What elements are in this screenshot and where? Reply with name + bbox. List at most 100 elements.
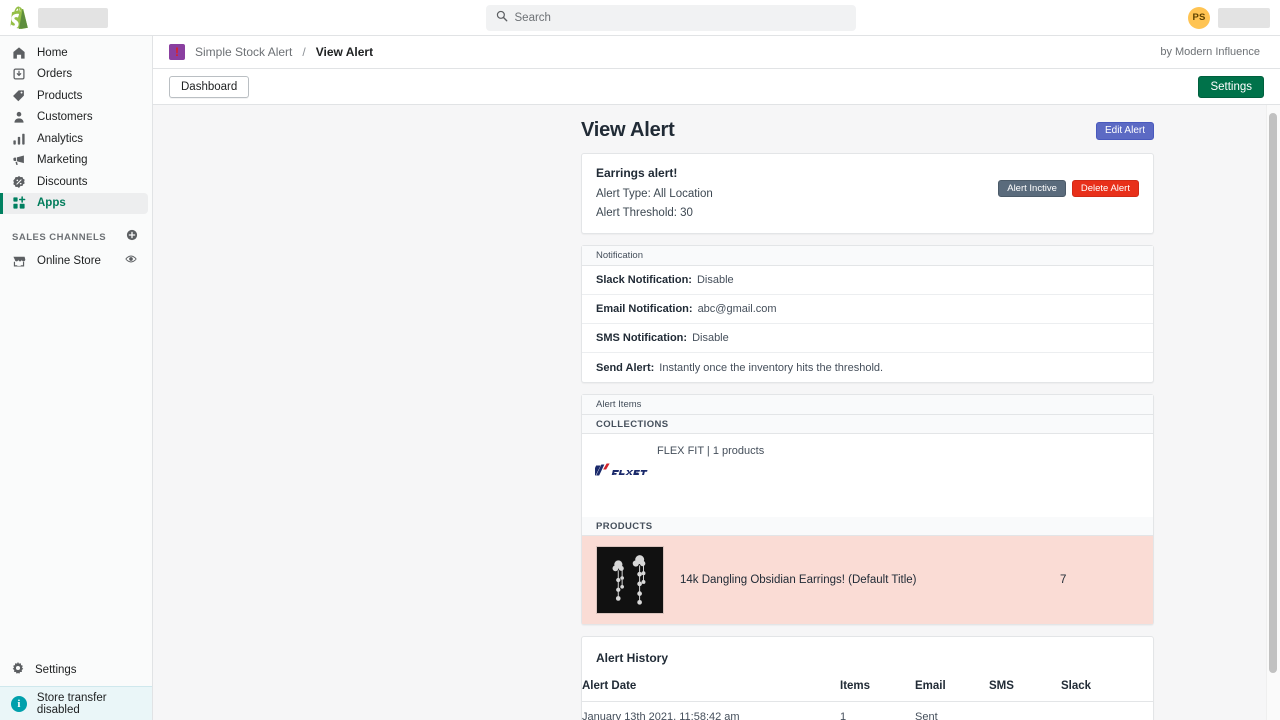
alert-type: Alert Type: All Location	[596, 188, 713, 200]
notification-row-email: Email Notification: abc@gmail.com	[582, 295, 1153, 324]
sidebar-item-apps[interactable]: Apps	[0, 192, 148, 214]
alert-history-card: Alert History Alert Date Items Email SMS…	[581, 636, 1154, 720]
cell-slack	[1061, 702, 1153, 720]
sidebar-item-customers[interactable]: Customers	[0, 107, 148, 129]
notification-row-slack: Slack Notification: Disable	[582, 266, 1153, 295]
notification-value: Disable	[692, 332, 729, 344]
table-row[interactable]: January 13th 2021, 11:58:42 am 1 Sent	[582, 702, 1153, 720]
avatar[interactable]: PS	[1188, 6, 1210, 29]
sidebar-item-label: Discounts	[37, 175, 88, 188]
column-header-sms: SMS	[989, 680, 1061, 702]
content-inner: View Alert Edit Alert Earrings alert! Al…	[153, 105, 1263, 720]
main-column: Earrings alert! Alert Type: All Location…	[581, 153, 1154, 720]
cell-email: Sent	[915, 711, 938, 720]
sidebar-bottom: Settings i Store transfer disabled	[0, 654, 152, 720]
notification-value: Disable	[696, 274, 734, 286]
sidebar-item-products[interactable]: Products	[0, 85, 148, 107]
sidebar-item-orders[interactable]: Orders	[0, 64, 148, 86]
notification-value: Instantly once the inventory hits the th…	[659, 361, 884, 374]
notification-value: abc@gmail.com	[697, 303, 777, 315]
table-header-row: Alert Date Items Email SMS Slack	[582, 680, 1153, 702]
edit-alert-button[interactable]: Edit Alert	[1095, 121, 1154, 140]
collections-header: COLLECTIONS	[582, 415, 1153, 434]
cell-sms	[989, 702, 1061, 720]
store-transfer-banner[interactable]: i Store transfer disabled	[0, 686, 152, 720]
sales-channels-label: SALES CHANNELS	[12, 231, 107, 243]
settings-button[interactable]: Settings	[1198, 75, 1264, 98]
alert-history-title: Alert History	[596, 651, 669, 665]
sidebar: Home Orders Products Customers Analytics	[0, 36, 153, 720]
notification-key: Send Alert:	[596, 361, 655, 374]
app-byline: by Modern Influence	[1160, 46, 1260, 58]
flexfit-logo	[591, 462, 651, 479]
dashboard-button[interactable]: Dashboard	[169, 75, 250, 98]
app-header: ! Simple Stock Alert / View Alert by Mod…	[153, 36, 1280, 69]
tag-icon	[11, 88, 27, 104]
app-subbar: Dashboard Settings	[153, 69, 1280, 105]
breadcrumb-current: View Alert	[315, 45, 374, 59]
home-icon	[11, 45, 27, 61]
discount-icon	[11, 174, 27, 190]
apps-grid-icon	[11, 195, 27, 211]
scrollbar-thumb[interactable]	[1269, 113, 1277, 673]
product-row[interactable]: 14k Dangling Obsidian Earrings! (Default…	[582, 536, 1153, 624]
sidebar-item-label: Home	[37, 46, 68, 59]
alert-exclamation-icon: !	[169, 44, 185, 60]
megaphone-icon	[11, 152, 27, 168]
breadcrumb: ! Simple Stock Alert / View Alert	[169, 44, 373, 60]
search-icon	[496, 9, 508, 27]
eye-icon[interactable]	[125, 253, 137, 268]
alert-items-card: Alert Items COLLECTIONS FLEX FIT | 1 pro…	[581, 394, 1154, 625]
search-placeholder: Search	[514, 11, 551, 24]
settings-label: Settings	[35, 664, 77, 676]
store-transfer-label: Store transfer disabled	[36, 691, 107, 716]
alert-summary-text: Earrings alert! Alert Type: All Location…	[596, 166, 713, 219]
sidebar-item-marketing[interactable]: Marketing	[0, 150, 148, 172]
top-bar: Search PS	[0, 0, 1280, 36]
scrollbar-track[interactable]	[1266, 105, 1280, 720]
products-header: PRODUCTS	[582, 517, 1153, 536]
sidebar-item-online-store[interactable]: Online Store	[0, 250, 148, 272]
breadcrumb-separator: /	[302, 45, 306, 59]
plus-circle-icon[interactable]	[126, 228, 138, 246]
content-scroll-area: View Alert Edit Alert Earrings alert! Al…	[153, 105, 1280, 720]
column-header-email: Email	[915, 680, 989, 702]
gear-icon	[11, 661, 25, 679]
breadcrumb-app-name[interactable]: Simple Stock Alert	[195, 45, 292, 59]
sidebar-item-label: Apps	[37, 197, 66, 210]
earrings-thumbnail	[596, 546, 664, 614]
alert-name: Earrings alert!	[596, 166, 678, 180]
collection-row[interactable]: FLEX FIT | 1 products	[582, 434, 1153, 517]
sidebar-item-home[interactable]: Home	[0, 42, 148, 64]
sidebar-item-discounts[interactable]: Discounts	[0, 171, 148, 193]
delete-alert-button[interactable]: Delete Alert	[1071, 180, 1139, 197]
notification-key: Email Notification:	[596, 303, 693, 315]
column-header-items: Items	[840, 680, 915, 702]
info-circle-icon: i	[11, 695, 27, 712]
sidebar-item-analytics[interactable]: Analytics	[0, 128, 148, 150]
sidebar-item-label: Analytics	[37, 132, 84, 145]
user-name-redacted	[1218, 7, 1270, 28]
search-input[interactable]: Search	[485, 4, 856, 31]
sidebar-item-label: Orders	[37, 68, 73, 81]
orders-icon	[11, 66, 27, 82]
product-quantity: 7	[1060, 574, 1067, 586]
search-area: Search	[153, 4, 1188, 31]
collection-label: FLEX FIT | 1 products	[657, 445, 765, 457]
page-title-row: View Alert Edit Alert	[581, 119, 1154, 142]
sidebar-item-settings[interactable]: Settings	[0, 654, 152, 686]
sidebar-item-label: Online Store	[37, 254, 101, 267]
notification-key: SMS Notification:	[596, 332, 688, 344]
sidebar-item-label: Customers	[37, 111, 93, 124]
column-header-alert-date: Alert Date	[582, 680, 840, 702]
notification-row-send-alert: Send Alert: Instantly once the inventory…	[582, 353, 1153, 382]
notification-card: Notification Slack Notification: Disable…	[581, 245, 1154, 383]
alert-history-table: Alert Date Items Email SMS Slack January…	[582, 680, 1153, 720]
shopify-bag-icon[interactable]	[8, 6, 30, 30]
sidebar-item-label: Products	[37, 89, 83, 102]
alert-summary-body: Earrings alert! Alert Type: All Location…	[582, 154, 1153, 233]
alert-summary-card: Earrings alert! Alert Type: All Location…	[581, 153, 1154, 234]
sales-channels-header: SALES CHANNELS	[0, 214, 152, 250]
alert-status-button[interactable]: Alert Inctive	[998, 180, 1066, 197]
cell-alert-date: January 13th 2021, 11:58:42 am	[582, 711, 740, 720]
